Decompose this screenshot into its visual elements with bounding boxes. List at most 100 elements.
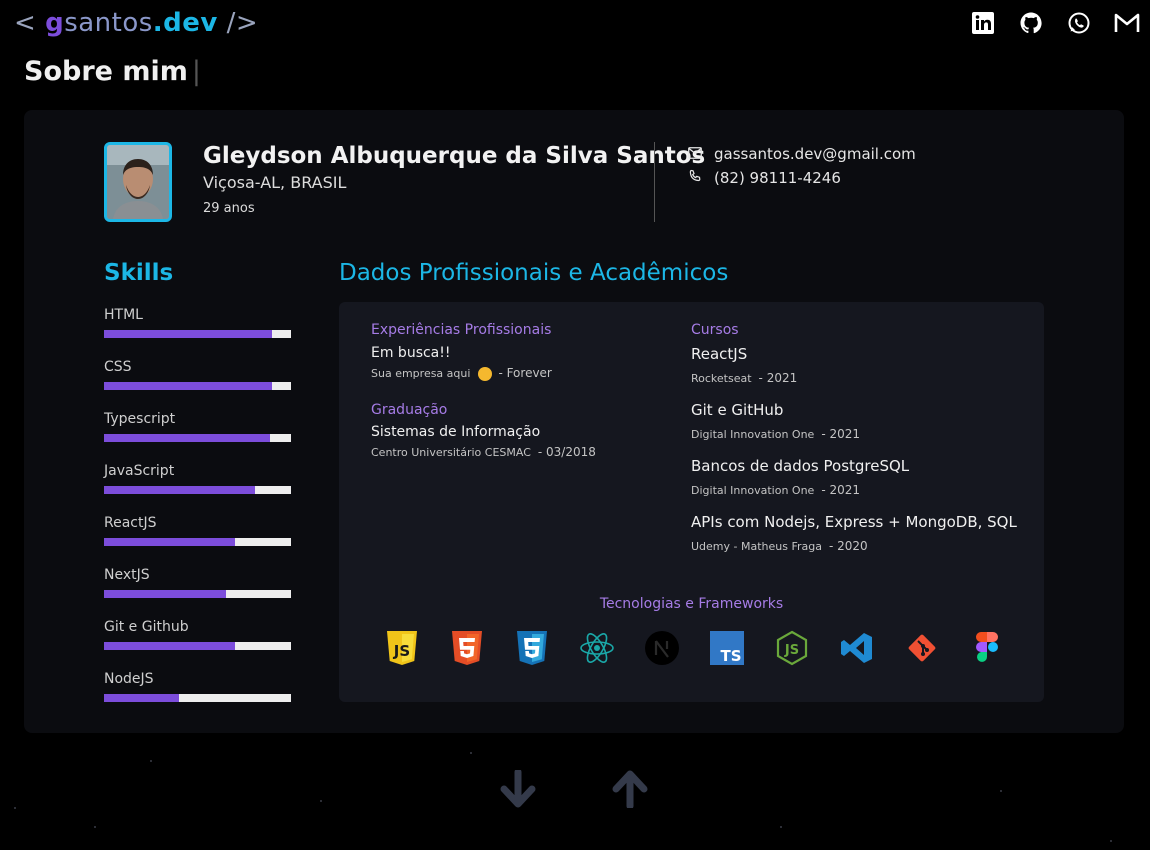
skill-bar-fill [104,330,273,338]
profile-name: Gleydson Albuquerque da Silva Santos [203,143,706,169]
course-year: - 2021 [758,371,798,385]
css3-icon [514,630,550,666]
skill-label: CSS [104,359,132,375]
phone-number: (82) 98111-4246 [714,169,841,187]
skill-bar-fill [104,434,271,442]
whatsapp-icon[interactable] [1066,10,1092,36]
skill-label: Typescript [104,411,176,427]
skill-bar [104,590,291,598]
arrow-up-icon[interactable] [612,770,648,810]
skill-bar-fill [104,538,235,546]
courses-heading: Cursos [691,322,739,338]
skill-label: NodeJS [104,671,154,687]
phone-contact[interactable]: (82) 98111-4246 [688,169,841,187]
course-provider: Digital Innovation One [691,484,815,497]
skill-label: JavaScript [104,463,175,479]
experience-meta: Sua empresa aqui - Forever [371,366,552,381]
envelope-icon [688,145,702,163]
skill-nextjs: NextJS [104,566,291,598]
course-provider: Udemy - Matheus Fraga [691,540,822,553]
arrow-down-icon[interactable] [500,768,536,808]
social-links [970,10,1140,36]
email-contact[interactable]: gassantos.dev@gmail.com [688,145,916,163]
svg-text:JS: JS [393,642,410,660]
experience-heading: Experiências Profissionais [371,322,552,338]
course-provider: Digital Innovation One [691,428,815,441]
course-year: - 2021 [821,483,860,497]
skill-bar [104,434,291,442]
skill-bar [104,642,291,650]
course-meta: Digital Innovation One - 2021 [691,427,860,441]
gmail-icon[interactable] [1114,10,1140,36]
avatar [104,142,172,222]
skill-bar [104,382,291,390]
header-divider [654,142,655,222]
profile-location: Viçosa-AL, BRASIL [203,173,347,192]
figma-icon [969,630,1005,666]
graduation-title: Sistemas de Informação [371,424,541,440]
page-title: Sobre mim | [24,56,201,87]
skill-label: Git e Github [104,619,189,635]
graduation-meta: Centro Universitário CESMAC - 03/2018 [371,445,596,459]
experience-title: Em busca!! [371,345,451,361]
nodejs-icon: JS [774,630,810,666]
skill-bar [104,486,291,494]
skill-label: ReactJS [104,515,157,531]
skill-label: HTML [104,307,143,323]
skill-javascript: JavaScript [104,462,291,494]
course-provider: Rocketseat [691,372,752,385]
skill-html: HTML [104,306,291,338]
course-title: Git e GitHub [691,401,784,419]
course-year: - 2021 [821,427,860,441]
skill-typescript: Typescript [104,410,291,442]
github-icon[interactable] [1018,10,1044,36]
course-title: Bancos de dados PostgreSQL [691,457,910,475]
graduation-period: - 03/2018 [537,445,596,459]
technologies-heading: Tecnologias e Frameworks [599,596,784,612]
graduation-heading: Graduação [371,402,448,418]
site-logo[interactable]: < gsantos.dev /> [14,8,258,38]
react-icon [579,630,615,666]
skill-bar-fill [104,486,256,494]
svg-text:TS: TS [720,647,741,665]
html5-icon [449,630,485,666]
course-meta: Udemy - Matheus Fraga - 2020 [691,539,868,553]
skill-bar [104,330,291,338]
professional-panel: Experiências Profissionais Em busca!! Su… [339,302,1044,702]
technologies-row: JS TS JS [384,630,1005,666]
course-year: - 2020 [829,539,868,553]
logo-santos: santos [64,8,153,38]
skill-nodejs: NodeJS [104,670,291,702]
javascript-icon: JS [384,630,420,666]
smiling-face-emoji-icon [478,367,493,381]
logo-dev: .dev [152,8,218,38]
skill-label: NextJS [104,567,150,583]
experience-company: Sua empresa aqui [371,367,471,380]
nextjs-icon [644,630,680,666]
graduation-institution: Centro Universitário CESMAC [371,446,531,459]
skill-bar-fill [104,382,273,390]
course-title: ReactJS [691,345,748,363]
skill-bar-fill [104,694,179,702]
course-meta: Rocketseat - 2021 [691,371,797,385]
linkedin-icon[interactable] [970,10,996,36]
svg-text:JS: JS [784,643,799,658]
professional-heading: Dados Profissionais e Acadêmicos [339,260,729,286]
vscode-icon [839,630,875,666]
page-title-text: Sobre mim [24,56,188,87]
skill-bar-fill [104,642,235,650]
skills-heading: Skills [104,260,174,286]
profile-age: 29 anos [203,201,255,216]
logo-open-bracket: < [14,8,46,38]
course-meta: Digital Innovation One - 2021 [691,483,860,497]
skill-bar-fill [104,590,226,598]
skill-css: CSS [104,358,291,390]
logo-g: g [45,8,65,38]
phone-icon [688,169,702,187]
about-card: Gleydson Albuquerque da Silva Santos Viç… [24,110,1124,733]
skill-bar [104,538,291,546]
git-icon [904,630,940,666]
typescript-icon: TS [709,630,745,666]
email-address: gassantos.dev@gmail.com [714,145,916,163]
course-title: APIs com Nodejs, Express + MongoDB, SQL [691,513,1017,531]
